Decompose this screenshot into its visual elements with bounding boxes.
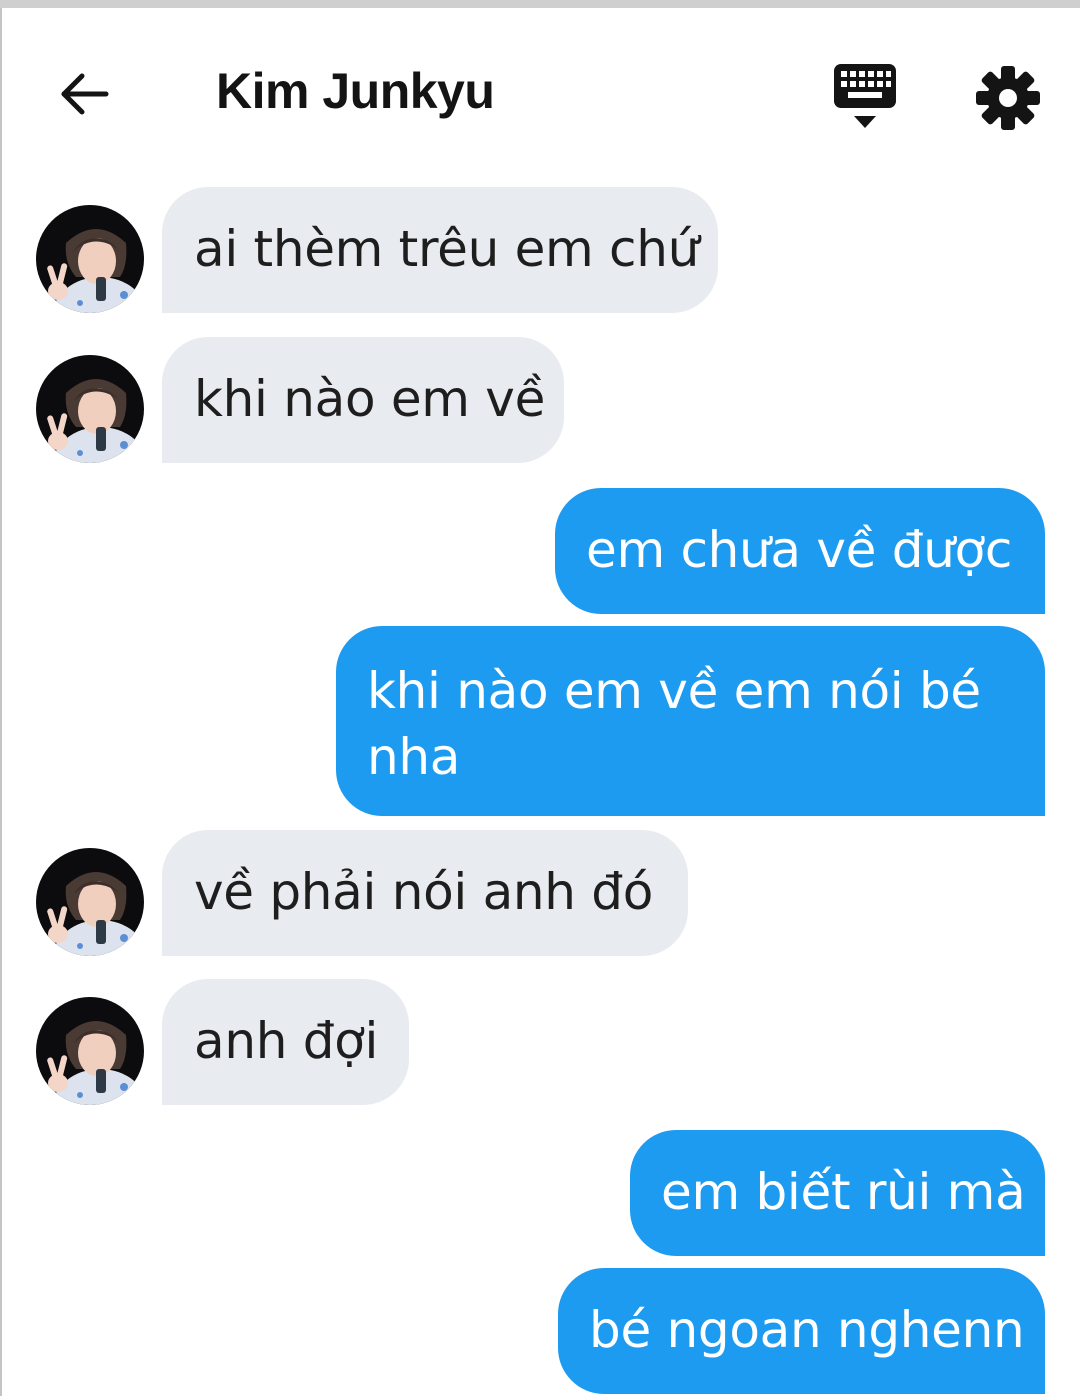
message-bubble-incoming[interactable]: ai thèm trêu em chứ [162, 187, 718, 313]
message-bubble-incoming[interactable]: khi nào em về [162, 337, 564, 463]
contact-avatar[interactable] [36, 997, 144, 1105]
message-bubble-outgoing[interactable]: bé ngoan nghenn [558, 1268, 1045, 1394]
avatar-photo [36, 848, 144, 956]
avatar-photo [36, 355, 144, 463]
message-thread: ai thèm trêu em chứ khi nào em về em chư… [0, 0, 1080, 1396]
message-bubble-incoming[interactable]: về phải nói anh đó [162, 830, 688, 956]
message-bubble-incoming[interactable]: anh đợi [162, 979, 409, 1105]
message-bubble-outgoing[interactable]: em chưa về được [555, 488, 1045, 614]
message-bubble-outgoing[interactable]: khi nào em về em nói bé nha [336, 626, 1045, 816]
contact-avatar[interactable] [36, 848, 144, 956]
avatar-photo [36, 205, 144, 313]
contact-avatar[interactable] [36, 205, 144, 313]
avatar-photo [36, 997, 144, 1105]
contact-avatar[interactable] [36, 355, 144, 463]
message-bubble-outgoing[interactable]: em biết rùi mà [630, 1130, 1045, 1256]
